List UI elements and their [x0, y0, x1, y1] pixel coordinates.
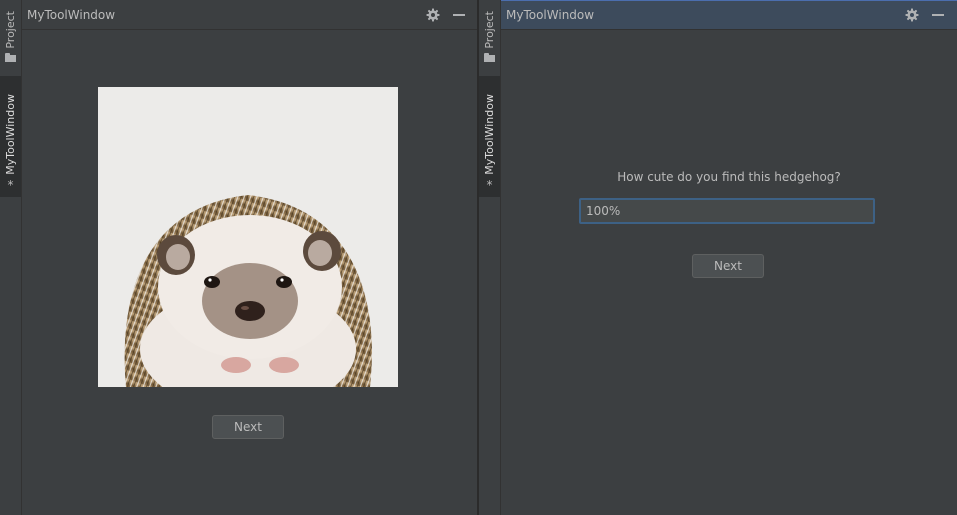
- stripe-button-mytoolwindow[interactable]: * MyToolWindow: [479, 76, 500, 197]
- minimize-icon[interactable]: [925, 5, 951, 25]
- tool-window-content: How cute do you find this hedgehog? Next: [501, 30, 957, 515]
- tool-window-title: MyToolWindow: [27, 7, 116, 22]
- stripe-button-mytoolwindow[interactable]: * MyToolWindow: [0, 76, 21, 197]
- stripe-label-mytoolwindow: MyToolWindow: [4, 94, 17, 175]
- tool-window-header: MyToolWindow: [22, 0, 478, 30]
- gear-icon[interactable]: [899, 5, 925, 25]
- tool-window-header: MyToolWindow: [501, 0, 957, 30]
- right-pane: Project * MyToolWindow MyToolWindow How …: [479, 0, 957, 515]
- tool-window-stripe: Project * MyToolWindow: [0, 0, 22, 515]
- stripe-button-project[interactable]: Project: [0, 4, 21, 68]
- tool-window-panel: MyToolWindow: [501, 0, 957, 515]
- gear-icon[interactable]: [420, 5, 446, 25]
- tool-window-title: MyToolWindow: [506, 8, 595, 22]
- cuteness-input[interactable]: [579, 198, 875, 224]
- stripe-label-project: Project: [483, 11, 496, 49]
- minimize-icon[interactable]: [446, 5, 472, 25]
- left-pane: Project * MyToolWindow MyToolWindow Next: [0, 0, 478, 515]
- folder-icon: [484, 53, 495, 62]
- question-label: How cute do you find this hedgehog?: [617, 170, 841, 184]
- tool-window-panel: MyToolWindow: [22, 0, 478, 515]
- next-button[interactable]: Next: [692, 254, 764, 278]
- next-button[interactable]: Next: [212, 415, 284, 439]
- stripe-label-mytoolwindow: MyToolWindow: [483, 94, 496, 175]
- ide-window: Project * MyToolWindow MyToolWindow Next…: [0, 0, 957, 515]
- stripe-button-project[interactable]: Project: [479, 4, 500, 68]
- folder-icon: [5, 53, 16, 62]
- stripe-label-project: Project: [4, 11, 17, 49]
- star-icon: *: [486, 178, 493, 192]
- tool-window-content: Next: [22, 30, 478, 515]
- star-icon: *: [7, 178, 14, 192]
- tool-window-stripe: Project * MyToolWindow: [479, 0, 501, 515]
- hedgehog-photo: [98, 87, 398, 387]
